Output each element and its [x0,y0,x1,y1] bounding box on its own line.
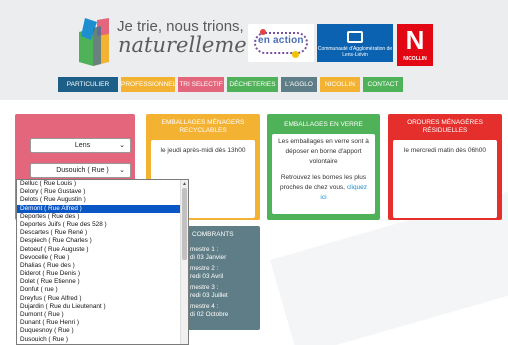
bulky-schedule-line: redi 03 Juillet [190,291,228,299]
street-dropdown-list[interactable]: Delluc ( Rue Louis ) Delory ( Rue Gustave… [16,179,189,345]
partner-enaction-label: en action [258,35,304,46]
bulky-schedule-line: mestre 3 : [190,284,219,291]
bulky-schedule-line: redi 03 Avril [190,272,224,280]
dropdown-option[interactable]: Dumont ( Rue ) [17,311,188,319]
dropdown-options: Delluc ( Rue Louis ) Delory ( Rue Gustave… [17,180,188,344]
dropdown-option[interactable]: Delots ( Rue Augustin ) [17,196,188,204]
nav-item[interactable]: PROFESSIONNEL [121,77,176,92]
nav-item[interactable]: NICOLLIN [320,77,360,92]
nav-item[interactable]: TRI SELECTIF [178,77,224,92]
dropdown-option[interactable]: Démont ( Rue Alfred ) [17,204,188,213]
dropdown-option[interactable]: Deportes ( Rue des ) [17,213,188,221]
household-waste-card: ORDURES MÉNAGÈRES RÉSIDUELLES le mercred… [388,114,502,220]
card-title: ORDURES MÉNAGÈRES RÉSIDUELLES [407,119,483,134]
dropdown-option[interactable]: Duquesnoy ( Rue ) [17,327,188,335]
dropdown-option[interactable]: Deportes Juifs ( Rue des 528 ) [17,221,188,229]
bulky-schedule-line: di 02 Octobre [190,310,229,318]
dropdown-option[interactable]: Dunant ( Rue Henri ) [17,319,188,327]
street-select-value: Dusouich ( Rue ) [56,167,109,174]
dropdown-option[interactable]: Delluc ( Rue Louis ) [17,180,188,188]
scroll-thumb[interactable] [182,188,187,260]
card-title: EMBALLAGES EN VERRE [284,121,363,128]
partner-logo-enaction[interactable]: en action [248,24,314,62]
dropdown-option[interactable]: Donfut ( rue ) [17,286,188,294]
card-body: mestre 1 : di 03 Janvier mestre 2 : redi 03… [190,246,258,326]
partner-dot [292,51,299,58]
bulky-schedule-line: mestre 2 : [190,265,219,272]
collection-schedule: le mercredi matin dès 06h00 [403,147,486,154]
card-body: le mercredi matin dès 06h00 [393,140,497,218]
card-body: Les emballages en verre sont à déposer e… [272,134,375,214]
dropdown-option[interactable]: Dujardin ( Rue du Lieutenant ) [17,303,188,311]
dropdown-option[interactable]: Detoeuf ( Rue Auguste ) [17,246,188,254]
chevron-down-icon: ⌄ [119,142,125,149]
main-nav: PARTICULIER PROFESSIONNEL TRI SELECTIF DÉCH… [58,77,406,92]
partner-logo-agglomeration[interactable]: Communauté d'Agglomération de Lens-Liévi… [317,24,393,62]
header: Je trie, nous trions, naturellement! en … [0,0,508,100]
glass-info: Les emballages en verre sont à déposer e… [278,138,369,165]
city-select[interactable]: Lens ⌄ [30,138,131,153]
glass-locator-text: Retrouvez les bornes les plus proches de… [278,173,369,203]
dropdown-scrollbar[interactable]: ▲ [180,180,188,344]
nav-item[interactable]: CONTACT [363,77,403,92]
street-select[interactable]: Dusouich ( Rue ) ⌄ [30,163,131,178]
dropdown-option[interactable]: Devocelle ( Rue ) [17,254,188,262]
partner-agglo-label: Communauté d'Agglomération de Lens-Liévi… [317,46,393,58]
dropdown-option[interactable]: Diderot ( Rue Denis ) [17,270,188,278]
dropdown-option[interactable]: Dhalias ( Rue des ) [17,262,188,270]
scroll-up-icon[interactable]: ▲ [182,181,187,187]
glass-card: EMBALLAGES EN VERRE Les emballages en ve… [267,114,380,220]
dropdown-option[interactable]: Dolet ( Rue Etienne ) [17,278,188,286]
partner-logo-nicollin[interactable]: N NICOLLIN [397,24,433,66]
dropdown-option[interactable]: Despiech ( Rue Charles ) [17,237,188,245]
chevron-down-icon: ⌄ [119,167,125,174]
collection-schedule: le jeudi après-midi dès 13h00 [160,147,246,154]
city-select-value: Lens [74,142,91,149]
nicollin-name: NICOLLIN [403,56,427,62]
nav-item[interactable]: DÉCHETERIES [227,77,278,92]
agglo-mark-icon [347,31,363,43]
bulky-schedule-line: mestre 1 : [190,246,219,253]
nav-item[interactable]: PARTICULIER [58,77,118,92]
dropdown-option[interactable]: Dreyfus ( Rue Alfred ) [17,295,188,303]
logo-icon[interactable] [75,18,115,70]
bulky-schedule-line: mestre 4 : [190,303,219,310]
nav-item[interactable]: L'AGGLO [281,77,317,92]
dropdown-option[interactable]: Descartes ( Rue René ) [17,229,188,237]
card-title: EMBALLAGES MÉNAGERS RECYCLABLES [161,119,245,134]
dropdown-option[interactable]: Dusouich ( Rue ) [17,336,188,344]
bulky-schedule-line: di 03 Janvier [190,253,227,261]
dropdown-option[interactable]: Delory ( Rue Gustave ) [17,188,188,196]
nicollin-letter: N [405,25,425,55]
